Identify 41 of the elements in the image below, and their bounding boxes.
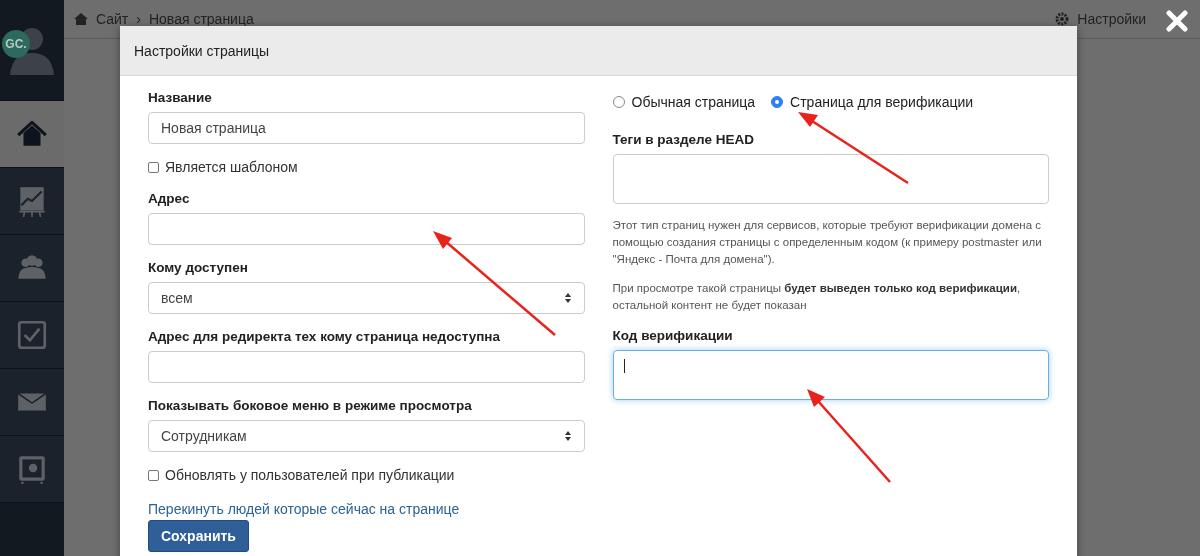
text-field[interactable] <box>148 213 585 245</box>
link[interactable]: Перекинуть людей которые сейчас на странице <box>148 501 585 517</box>
sidebar-item[interactable] <box>0 101 64 168</box>
close-icon[interactable] <box>1166 10 1188 32</box>
text-field[interactable]: Новая страница <box>148 112 585 144</box>
field-label: Код верификации <box>612 328 734 343</box>
sidebar-item[interactable] <box>0 436 64 503</box>
sidebar-item[interactable] <box>0 302 64 369</box>
select-field[interactable]: Сотрудникам <box>148 420 585 452</box>
settings-icon <box>1055 12 1070 26</box>
help-text: Этот тип страниц нужен для сервисов, которые требуют верификации домена с помощью создания страницы с определенным кодом (к примеру postmaster или "Яндекс - Почта для домена"). <box>612 218 1043 267</box>
textarea-field[interactable] <box>612 154 1049 204</box>
sidebar-item[interactable] <box>0 168 64 235</box>
user-initials[interactable]: GC. <box>2 30 30 58</box>
sidebar-item[interactable] <box>0 369 64 436</box>
home-icon <box>74 12 88 26</box>
tasks-icon <box>15 318 49 352</box>
field-label: Показывать боковое меню в режиме просмотра <box>148 398 473 413</box>
select-field[interactable]: всем <box>148 282 585 314</box>
checkbox[interactable] <box>148 161 159 173</box>
radio-label: Обычная страница <box>631 94 756 110</box>
radio-button[interactable] <box>771 96 784 108</box>
radio-button[interactable] <box>612 96 625 108</box>
breadcrumb-separator: › <box>136 12 141 26</box>
textarea-field[interactable] <box>612 350 1049 400</box>
field-label: Кому доступен <box>148 260 249 275</box>
field-label: Адрес <box>148 191 191 206</box>
checkbox[interactable] <box>148 469 159 481</box>
checkbox-label: Является шаблоном <box>165 159 298 175</box>
checkbox-label: Обновлять у пользователей при публикации <box>165 467 455 483</box>
field-label: Теги в разделе HEAD <box>612 132 755 147</box>
field-label: Адрес для редиректа тех кому страница недоступна <box>148 329 501 344</box>
help-text: При просмотре такой страницы будет выведен только код верификации, остальной контент не будет показан <box>612 281 1022 313</box>
save-button[interactable]: Сохранить <box>148 520 249 552</box>
updown-icon <box>563 292 572 304</box>
text-field[interactable] <box>148 351 585 383</box>
updown-icon <box>563 430 572 442</box>
dialog-title: Настройки страницы <box>134 42 270 59</box>
radio-label: Страница для верификации <box>790 94 974 110</box>
sidebar-item[interactable] <box>0 235 64 302</box>
field-label: Название <box>148 90 213 105</box>
